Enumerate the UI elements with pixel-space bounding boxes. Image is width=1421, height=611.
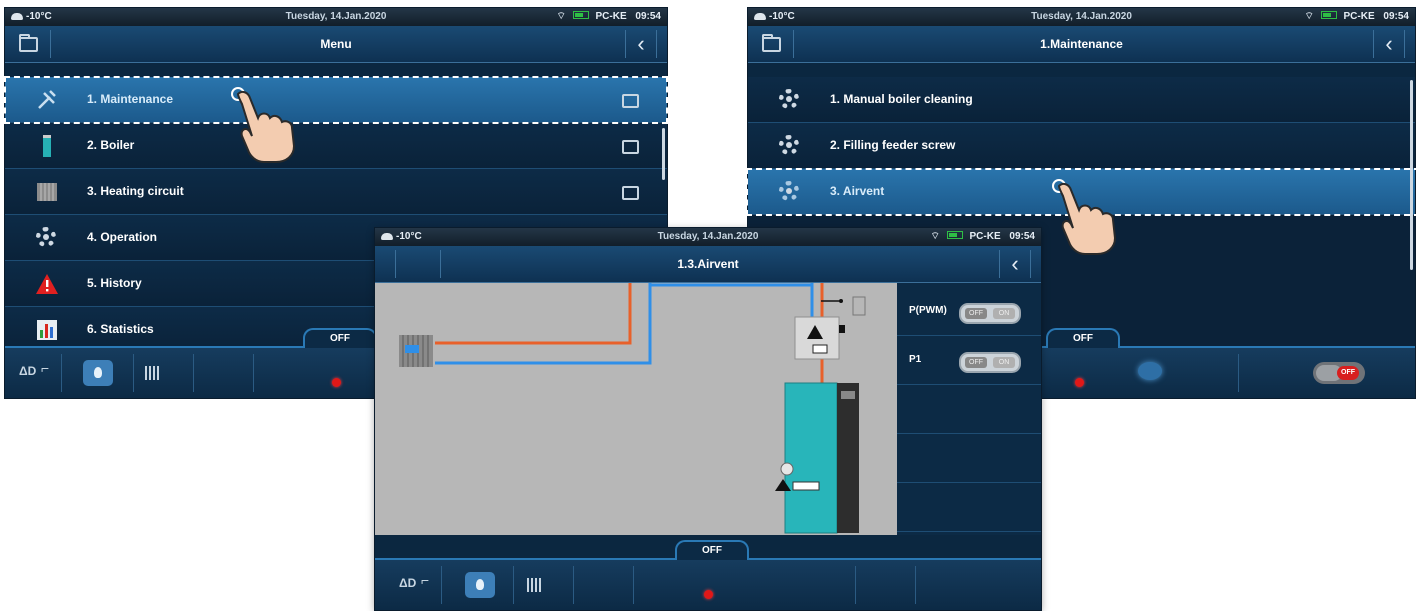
off-button[interactable]: OFF [303,328,377,348]
back-button[interactable]: ‹ [999,250,1031,278]
clock: 09:54 [1383,11,1409,22]
clock: 09:54 [635,11,661,22]
status-indicator [332,378,341,387]
folder-icon [622,186,639,200]
airvent-valve [794,296,866,360]
device-name: PC-KE [969,231,1001,242]
airvent-screen: -10°C Tuesday, 14.Jan.2020 ⌔ PC-KE 09:54… [375,228,1041,610]
hydraulic-diagram [375,283,897,535]
warning-icon [36,274,58,294]
status-bar: -10°C Tuesday, 14.Jan.2020 ⌔ PC-KE 09:54 [375,228,1041,246]
menu-item-filling-feeder-screw[interactable]: 2. Filling feeder screw [748,123,1415,169]
gear-icon [779,135,799,155]
radiator-icon [37,183,57,201]
status-bar: -10°C Tuesday, 14.Jan.2020 ⌔ PC-KE 09:54 [748,8,1415,26]
power-toggle[interactable]: OFF [1313,362,1365,384]
radiator-icon [399,335,433,367]
battery-icon [946,231,963,239]
boiler [775,382,859,534]
piping-diagram [399,283,866,534]
p1-toggle[interactable]: OFF ON [959,352,1021,373]
back-button[interactable]: ‹ [625,30,657,58]
wifi-icon: ⌔ [930,231,940,242]
wifi-icon: ⌔ [1304,11,1314,22]
folder-icon [622,140,639,154]
title-bar: 1.Maintenance ‹ [748,26,1415,63]
menu-item-heating-circuit[interactable]: 3. Heating circuit [5,169,667,215]
menu-item-manual-boiler-cleaning[interactable]: 1. Manual boiler cleaning [748,77,1415,123]
off-button[interactable]: OFF [1046,328,1120,348]
title-bar: Menu ‹ [5,26,667,63]
page-title: 1.Maintenance [1040,37,1123,51]
bottom-bar: ΔD ⌐ [375,558,1041,610]
control-row: P1 OFF ON [897,336,1041,385]
battery-icon [572,11,589,19]
hand-pointer-icon [231,87,296,163]
pwm-toggle[interactable]: OFF ON [959,303,1021,324]
off-button[interactable]: OFF [675,540,749,560]
menu-item-boiler[interactable]: 2. Boiler [5,123,667,169]
device-name: PC-KE [595,11,627,22]
hand-pointer-icon [1052,179,1117,255]
status-bar: -10°C Tuesday, 14.Jan.2020 ⌔ PC-KE 09:54 [5,8,667,26]
control-label: P(PWM) [909,305,947,316]
statistics-icon [37,320,57,340]
battery-icon [1320,11,1337,19]
control-row: P(PWM) OFF ON [897,287,1041,336]
clock: 09:54 [1009,231,1035,242]
controls-panel: P(PWM) OFF ON P1 OFF ON [897,283,1041,535]
status-indicator [1075,378,1084,387]
status-indicator [704,590,713,599]
page-title: Menu [320,37,352,51]
page-title: 1.3.Airvent [677,257,739,271]
selection-outline [4,76,668,124]
back-button[interactable]: ‹ [1373,30,1405,58]
gear-icon [36,227,56,247]
wifi-icon: ⌔ [556,11,566,22]
gear-icon [779,89,799,109]
control-label: P1 [909,354,922,365]
boiler-icon [43,135,51,157]
device-name: PC-KE [1343,11,1375,22]
title-bar: 1.3.Airvent ‹ [375,246,1041,283]
scrollbar[interactable] [662,128,665,180]
